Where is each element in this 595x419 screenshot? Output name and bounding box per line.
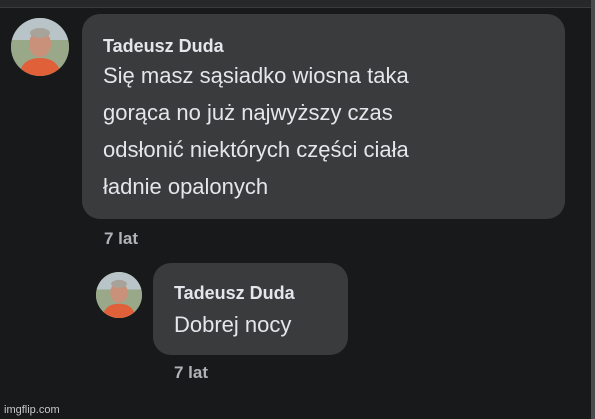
reply-text: Dobrej nocy — [174, 312, 292, 337]
avatar[interactable] — [96, 272, 142, 318]
profile-photo-icon — [11, 18, 69, 76]
comment-text: Się masz sąsiadko wiosna taka gorąca no … — [103, 63, 409, 199]
comment-timestamp[interactable]: 7 lat — [104, 229, 138, 249]
reply-author[interactable]: Tadeusz Duda — [174, 282, 295, 304]
comment-author[interactable]: Tadeusz Duda — [103, 35, 224, 57]
comment-item: Tadeusz Duda Się masz sąsiadko wiosna ta… — [0, 0, 595, 260]
avatar[interactable] — [11, 18, 69, 76]
reply-item: Tadeusz Duda Dobrej nocy 7 lat — [0, 260, 595, 400]
profile-photo-icon — [96, 272, 142, 318]
watermark: imgflip.com — [4, 404, 60, 416]
reply-timestamp[interactable]: 7 lat — [174, 363, 208, 383]
